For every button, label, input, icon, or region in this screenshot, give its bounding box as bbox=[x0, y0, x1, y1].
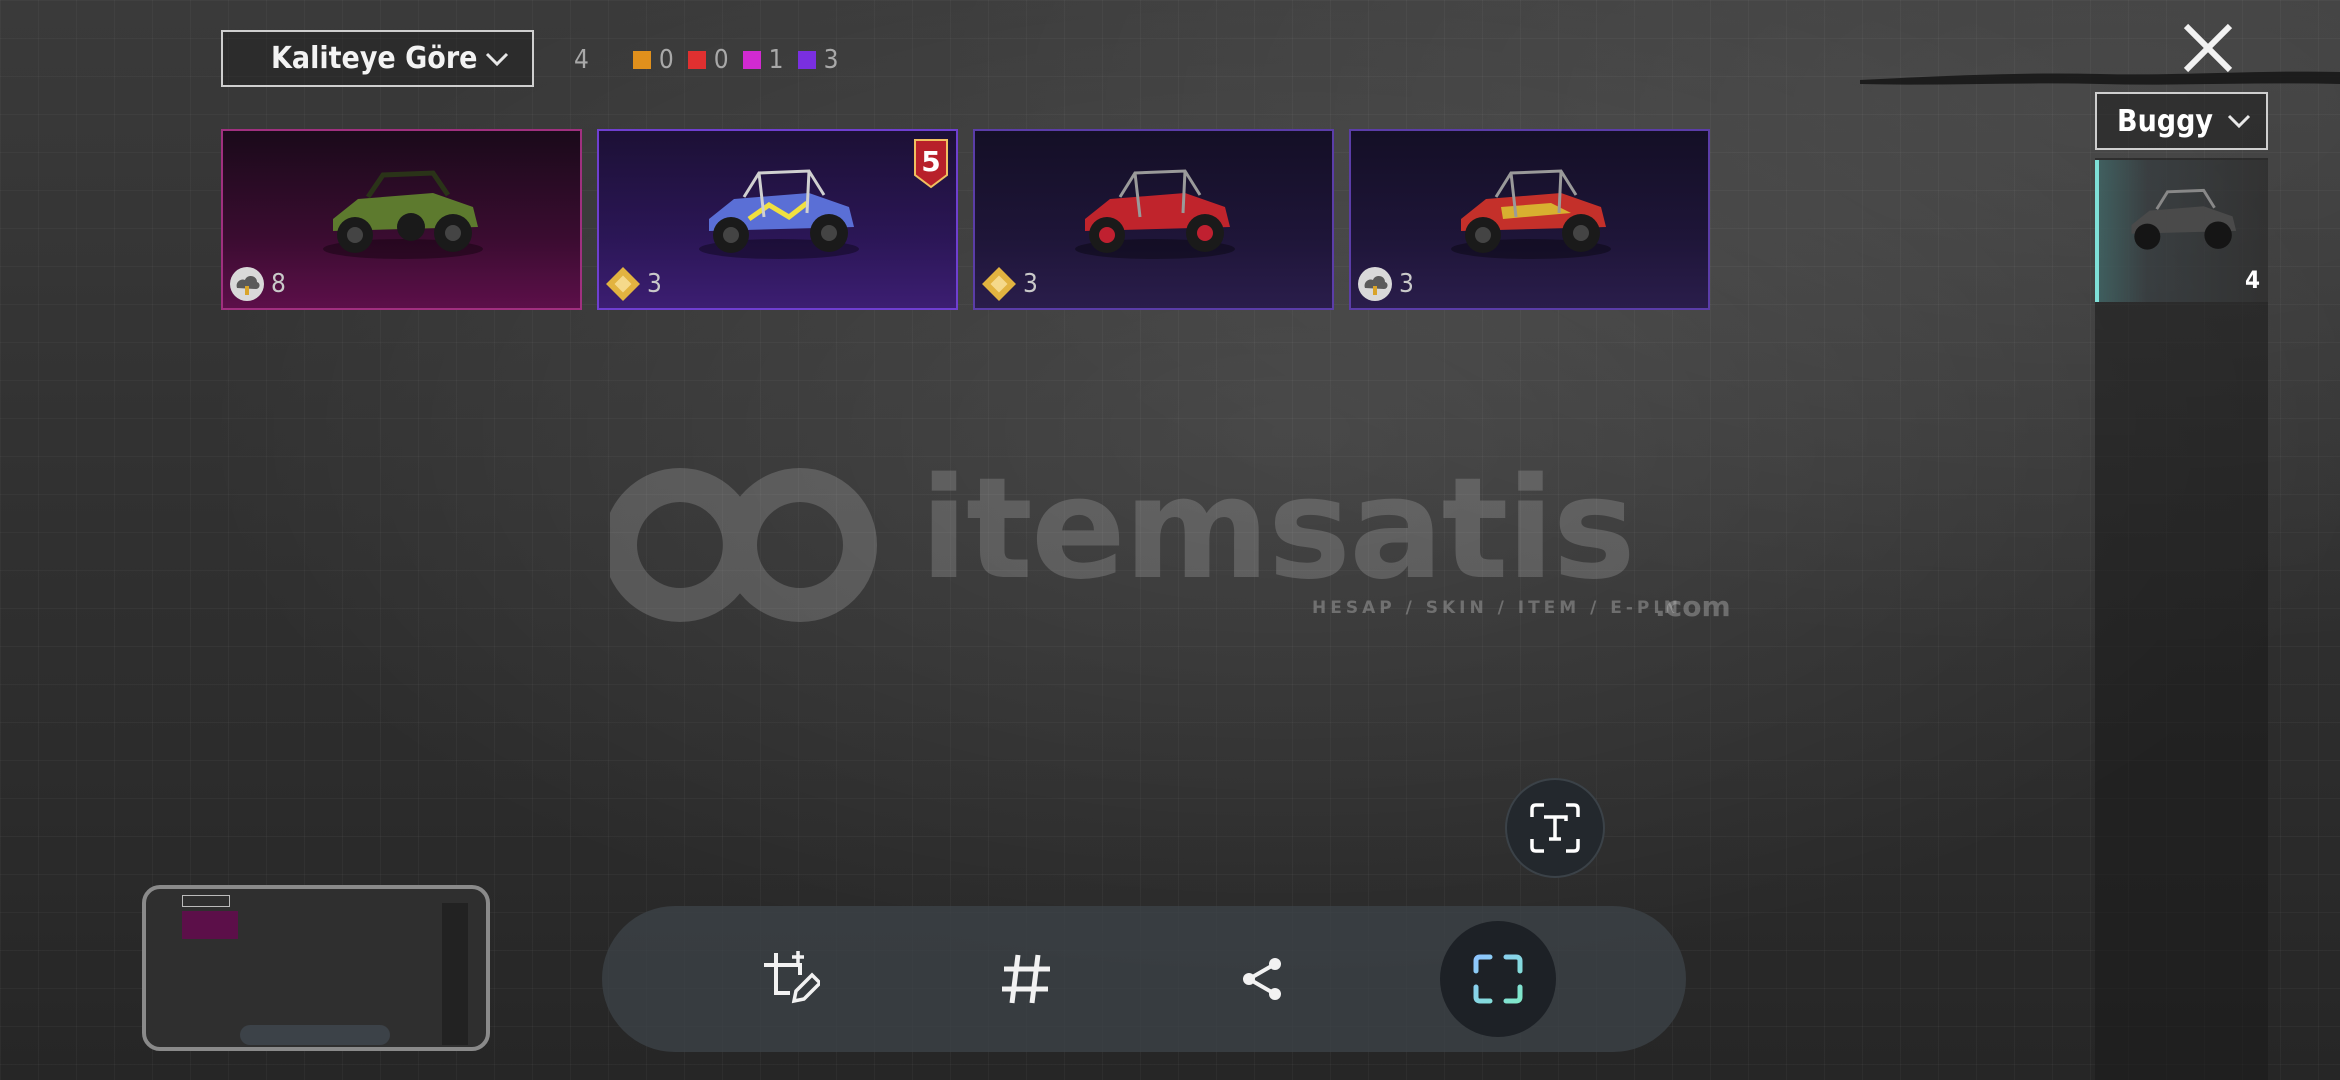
close-icon[interactable] bbox=[2178, 18, 2238, 78]
diamond-coin-icon bbox=[982, 267, 1016, 301]
watermark-tagline: HESAP / SKIN / ITEM / E-PIN bbox=[1312, 598, 1682, 618]
hashtag-icon bbox=[1002, 954, 1050, 1004]
thumb-toolbar bbox=[240, 1025, 390, 1045]
item-card[interactable]: 8 bbox=[221, 129, 582, 310]
extract-text-button[interactable] bbox=[1505, 778, 1605, 878]
text-scan-icon bbox=[1530, 803, 1580, 853]
diamond-coin-icon bbox=[606, 267, 640, 301]
svg-text:5: 5 bbox=[921, 145, 940, 178]
item-card[interactable]: 3 bbox=[973, 129, 1334, 310]
buggy-image bbox=[323, 170, 483, 259]
watermark-domain: .com bbox=[1655, 590, 1731, 623]
watermark-logo-icon bbox=[610, 468, 877, 622]
cloud-coin-icon bbox=[230, 267, 264, 301]
chevron-down-icon bbox=[485, 52, 509, 66]
share-button[interactable] bbox=[1202, 906, 1322, 1052]
sort-dropdown[interactable]: Kaliteye Göre bbox=[221, 30, 534, 87]
vehicle-item-count: 4 bbox=[2244, 266, 2260, 294]
vehicle-list: 4 bbox=[2095, 158, 2268, 1080]
hashtag-button[interactable] bbox=[966, 906, 1086, 1052]
vehicle-type-label: Buggy bbox=[2117, 103, 2214, 139]
chevron-down-icon bbox=[2227, 114, 2251, 129]
thumb-panel bbox=[442, 903, 468, 1045]
cloud-coin-icon bbox=[1358, 267, 1392, 301]
vehicle-type-dropdown[interactable]: Buggy bbox=[2095, 92, 2268, 150]
item-card[interactable]: 3 bbox=[1349, 129, 1710, 310]
watermark-brand: itemsatis bbox=[920, 448, 1636, 611]
thumb-card bbox=[182, 911, 238, 939]
total-count: 4 bbox=[574, 45, 589, 75]
quality-count-pink: 1 bbox=[742, 45, 784, 75]
item-card[interactable]: 5 3 bbox=[597, 129, 958, 310]
scan-icon bbox=[1473, 954, 1523, 1004]
item-amount: 3 bbox=[1023, 269, 1038, 299]
buggy-image bbox=[1075, 169, 1235, 259]
share-icon bbox=[1243, 958, 1281, 1000]
screenshot-thumbnail[interactable] bbox=[142, 885, 490, 1051]
buggy-image bbox=[1451, 169, 1611, 259]
buggy-image bbox=[699, 169, 859, 259]
quality-count-purple: 3 bbox=[797, 45, 838, 75]
crop-edit-button[interactable] bbox=[730, 906, 850, 1052]
item-amount: 8 bbox=[271, 269, 286, 299]
rank-badge-icon: 5 bbox=[914, 139, 948, 189]
vehicle-list-item-buggy[interactable]: 4 bbox=[2095, 160, 2268, 302]
item-amount: 3 bbox=[1399, 269, 1414, 299]
item-amount: 3 bbox=[647, 269, 662, 299]
decorative-brush-stroke bbox=[1860, 71, 2340, 85]
crop-edit-icon bbox=[764, 951, 820, 1004]
thumb-dropdown bbox=[182, 895, 230, 907]
scroll-capture-button[interactable] bbox=[1440, 921, 1556, 1037]
screenshot-toolbar bbox=[602, 906, 1686, 1052]
quality-count-red: 0 bbox=[687, 45, 729, 75]
quality-counts: 4 0 0 1 3 bbox=[574, 42, 838, 78]
buggy-image bbox=[2131, 188, 2237, 250]
sort-dropdown-label: Kaliteye Göre bbox=[271, 41, 478, 76]
quality-count-orange: 0 bbox=[632, 45, 674, 75]
